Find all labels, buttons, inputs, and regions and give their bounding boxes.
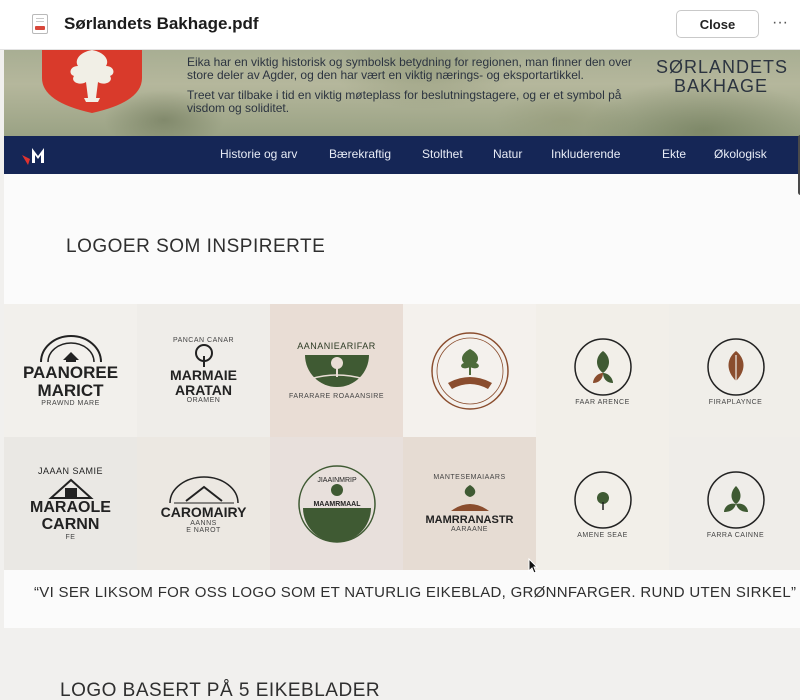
logo-tile-sub: AANNS E NAROT	[186, 519, 221, 534]
logo-tile-sub: FIRAPLAYNCE	[708, 399, 763, 406]
hero-banner: Eika har en viktig historisk og symbolsk…	[4, 50, 800, 136]
logo-tile: AANANIEARIFAR FARARARE ROAAANSIRE	[270, 304, 403, 437]
logo-tile-sub: FE	[65, 533, 76, 541]
logo-tile: MANTESEMAIAARS MAMRRANASTR AARAANE	[403, 437, 536, 570]
logo-tile-top: JAAAN SAMIE	[37, 466, 103, 477]
circular-field-tree-icon	[430, 331, 509, 410]
logo-tile: PANCAN CANAR MARMAIE ARATAN ORAMEN	[137, 304, 270, 437]
logo-tile-top: AANANIEARIFAR	[297, 341, 376, 351]
logo-tile-sub: FARARARE ROAAANSIRE	[288, 393, 385, 400]
logo-tile-top: JIAAINMRIP	[317, 477, 357, 484]
oak-leaf-seal-icon	[706, 338, 765, 396]
hero-text: Eika har en viktig historisk og symbolsk…	[187, 56, 647, 122]
logo-tile	[403, 304, 536, 437]
mouse-cursor-icon	[528, 558, 538, 574]
navigation-bar: Historie og arv Bærekraftig Stolthet Nat…	[4, 136, 800, 174]
hero-paragraph-2: Treet var tilbake i tid en viktig møtepl…	[187, 88, 622, 115]
oak-leaves-section: LOGO BASERT PÅ 5 EIKEBLADER	[4, 628, 800, 700]
nav-item-stolthet[interactable]: Stolthet	[422, 147, 463, 161]
logo-tile-sub: FARRA CAINNE	[706, 532, 765, 539]
inspiration-section: LOGOER SOM INSPIRERTE PAANOREE MARICT PR…	[4, 174, 800, 628]
hero-paragraph-1: Eika har en viktig historisk og symbolsk…	[187, 55, 632, 82]
farm-arch-icon	[168, 476, 239, 504]
close-button[interactable]: Close	[676, 10, 759, 38]
logo-tile-sub: ORAMEN	[186, 397, 221, 405]
nav-item-okologisk[interactable]: Økologisk	[714, 147, 767, 161]
section-title-2: LOGO BASERT PÅ 5 EIKEBLADER	[60, 680, 381, 700]
brand-line-2: BAKHAGE	[673, 76, 769, 96]
logo-grid: PAANOREE MARICT PRAWND MARE PANCAN CANAR…	[4, 304, 800, 570]
logo-tile-sub: AARAANE	[451, 526, 488, 534]
nav-item-baerekraftig[interactable]: Bærekraftig	[329, 147, 391, 161]
sprout-field-icon	[450, 484, 489, 511]
brand-wordmark: SØRLANDETS BAKHAGE	[656, 57, 789, 96]
logo-tile: FIRAPLAYNCE	[669, 304, 800, 437]
barn-icon	[47, 478, 94, 500]
logo-tile: AMENE SEAE	[536, 437, 669, 570]
logo-tile-sub: PRAWND MARE	[41, 399, 100, 407]
farmhouse-icon	[39, 335, 102, 363]
tree-seal-icon	[573, 471, 632, 529]
document-title: Sørlandets Bakhage.pdf	[64, 14, 259, 33]
leaves-seal-icon	[706, 471, 765, 529]
nav-item-natur[interactable]: Natur	[493, 147, 522, 161]
logo-tile-main: MAAMRMAAL	[313, 501, 361, 508]
nav-item-historie[interactable]: Historie og arv	[220, 147, 297, 161]
logo-tile: JIAAINMRIP MAAMRMAAL	[270, 437, 403, 570]
logo-tile-main: MARAOLE CARNN	[30, 499, 111, 533]
logo-tile: PAANOREE MARICT PRAWND MARE	[4, 304, 137, 437]
brand-line-1: SØRLANDETS	[656, 57, 789, 77]
logo-tile: JAAAN SAMIE MARAOLE CARNN FE	[4, 437, 137, 570]
logo-tile: FAAR ARENCE	[536, 304, 669, 437]
site-logo-icon[interactable]	[20, 145, 54, 165]
coat-of-arms-shield-icon	[42, 50, 142, 113]
logo-tile-main: PAANOREE MARICT	[22, 363, 119, 400]
logo-tile-main: MAMRRANASTR	[425, 513, 514, 526]
pdf-page: Eika har en viktig historisk og symbolsk…	[4, 50, 800, 700]
green-hill-tree-icon	[304, 355, 369, 387]
more-options-icon[interactable]: ···	[770, 12, 790, 36]
leaf-seal-icon	[573, 338, 632, 396]
logo-tile-main: MARMAIE ARATAN	[170, 366, 237, 398]
green-emblem-icon: JIAAINMRIP MAAMRMAAL	[297, 464, 376, 543]
window-titlebar: Sørlandets Bakhage.pdf Close ···	[0, 0, 800, 50]
logo-tile-sub: FAAR ARENCE	[575, 399, 630, 406]
nav-item-inkluderende[interactable]: Inkluderende	[551, 147, 620, 161]
logo-tile-main: CAROMAIRY	[160, 504, 247, 521]
logo-tile: FARRA CAINNE	[669, 437, 800, 570]
logo-tile-top: MANTESEMAIAARS	[433, 473, 506, 481]
logo-tile-sub: AMENE SEAE	[577, 532, 628, 539]
nav-item-ekte[interactable]: Ekte	[662, 147, 686, 161]
tree-icon	[194, 343, 213, 367]
pdf-file-icon	[32, 14, 48, 34]
logo-tile-top: PANCAN CANAR	[172, 336, 235, 344]
section-title: LOGOER SOM INSPIRERTE	[66, 236, 326, 257]
customer-quote: “VI SER LIKSOM FOR OSS LOGO SOM ET NATUR…	[34, 584, 797, 601]
logo-tile: CAROMAIRY AANNS E NAROT	[137, 437, 270, 570]
